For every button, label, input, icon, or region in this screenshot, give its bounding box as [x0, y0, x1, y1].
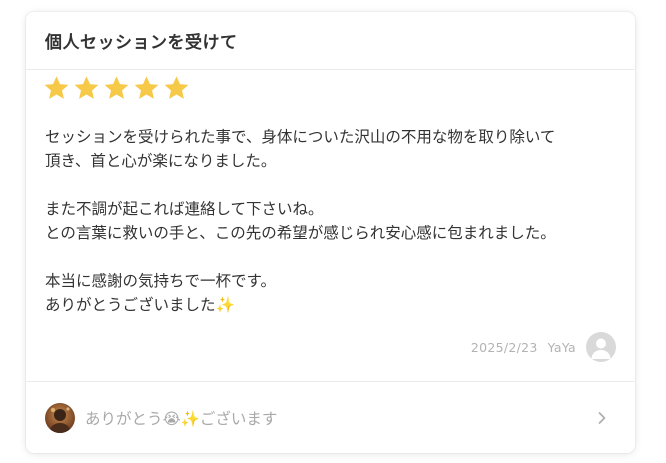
owner-reply-row[interactable]: ありがとう😭✨ございます: [26, 382, 635, 453]
review-title: 個人セッションを受けて: [45, 33, 238, 53]
default-user-icon[interactable]: [586, 332, 616, 362]
review-meta: 2025/2/23 YaYa: [471, 331, 616, 363]
star-icon: [74, 76, 99, 99]
reply-preview-text: ありがとう😭✨ございます: [85, 409, 278, 428]
user-silhouette-icon: [591, 338, 611, 359]
review-card: 個人セッションを受けて セッションを受けられた事で、身体についた沢山の不用な物を…: [26, 12, 635, 453]
star-icon: [134, 76, 159, 99]
reply-author-avatar: [45, 402, 75, 433]
review-date: 2025/2/23: [470, 339, 538, 355]
review-paragraph: また不調が起これば連絡して下さいね。 との言葉に救いの手と、この先の希望が感じら…: [45, 200, 556, 242]
star-icon: [164, 76, 189, 99]
star-icon: [44, 76, 69, 99]
reviewer-name[interactable]: YaYa: [548, 340, 576, 355]
chevron-right-icon[interactable]: [595, 411, 609, 425]
star-rating: [43, 75, 190, 102]
star-icon: [104, 76, 129, 99]
avatar-photo-icon: [45, 402, 75, 433]
review-paragraph: 本当に感謝の気持ちで一杯です。 ありがとうございました✨: [45, 272, 276, 314]
review-body: セッションを受けられた事で、身体についた沢山の不用な物を取り除いて 頂き、首と心…: [45, 125, 620, 317]
review-header: 個人セッションを受けて: [26, 12, 635, 70]
review-paragraph: セッションを受けられた事で、身体についた沢山の不用な物を取り除いて 頂き、首と心…: [45, 128, 556, 170]
